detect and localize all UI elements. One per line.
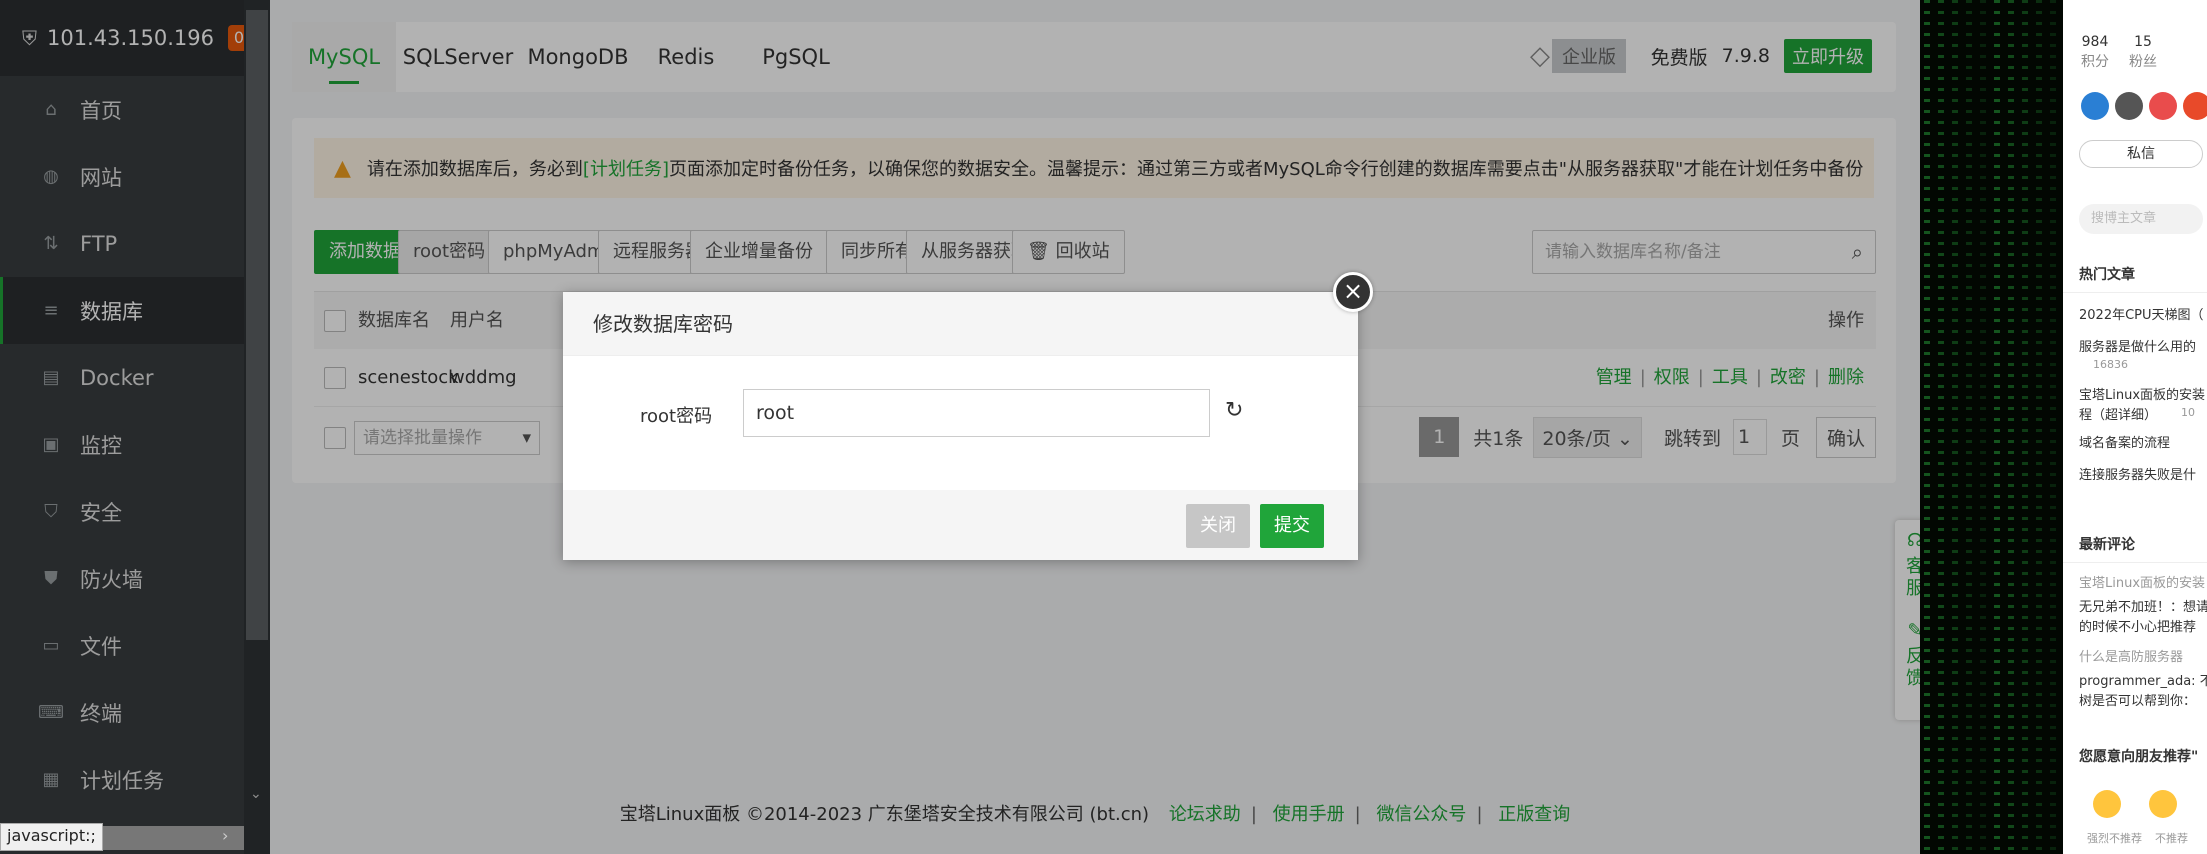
- strong-not-recommend-label: 强烈不推荐: [2087, 832, 2142, 845]
- close-button[interactable]: 关闭: [1186, 504, 1250, 548]
- matrix-column: [2050, 0, 2056, 854]
- badge-icon-3: [2149, 92, 2177, 120]
- matrix-column: [1980, 0, 1986, 854]
- badge-icon-4: [2183, 92, 2207, 120]
- dialog-body: root密码 root ↻: [563, 356, 1358, 490]
- refresh-icon[interactable]: ↻: [1225, 398, 1243, 423]
- message-button[interactable]: 私信: [2079, 140, 2203, 168]
- root-password-label: root密码: [640, 406, 713, 427]
- matrix-column: [1966, 0, 1972, 854]
- hot-article-3[interactable]: 宝塔Linux面板的安装: [2079, 384, 2205, 403]
- matrix-column: [2022, 0, 2028, 854]
- recommend-title: 您愿意向朋友推荐": [2079, 749, 2199, 765]
- comment-article-2[interactable]: 什么是高防服务器: [2079, 646, 2183, 665]
- dialog-title: 修改数据库密码: [563, 292, 1358, 356]
- not-recommend-label: 不推荐: [2155, 832, 2188, 845]
- blog-search-input[interactable]: 搜博主文章: [2079, 204, 2203, 234]
- comment-1-cont: 的时候不小心把推荐: [2079, 620, 2197, 635]
- close-icon[interactable]: ×: [1333, 272, 1373, 312]
- matrix-column: [1994, 0, 2000, 854]
- comment-2: programmer_ada: 不: [2079, 674, 2207, 689]
- hot-article-3-views: 10: [2181, 406, 2195, 419]
- hot-article-1[interactable]: 2022年CPU天梯图（: [2079, 304, 2204, 323]
- hot-article-5[interactable]: 连接服务器失败是什: [2079, 464, 2196, 483]
- matrix-column: [1924, 0, 1930, 854]
- scroll-right-icon[interactable]: ›: [222, 826, 228, 845]
- comment-2-cont: 树是否可以帮到你：: [2079, 694, 2197, 709]
- hot-article-4[interactable]: 域名备案的流程: [2079, 432, 2170, 451]
- latest-comments-title: 最新评论: [2079, 537, 2135, 553]
- submit-button[interactable]: 提交: [1260, 504, 1324, 548]
- angry-face-icon[interactable]: [2093, 790, 2121, 818]
- root-password-input[interactable]: root: [743, 389, 1210, 437]
- hot-article-2[interactable]: 服务器是做什么用的: [2079, 336, 2196, 355]
- stat-points: 984 积分: [2081, 32, 2109, 72]
- dialog-footer: 关闭 提交: [563, 490, 1358, 560]
- matrix-column: [1938, 0, 1944, 854]
- hot-articles-title: 热门文章: [2079, 267, 2135, 283]
- hot-article-3-cont[interactable]: 程（超详细）: [2079, 404, 2157, 423]
- blog-side-panel: 984 积分 15 粉丝 私信 搜博主文章 热门文章 2022年CPU天梯图（ 服务…: [2063, 0, 2207, 854]
- matrix-column: [1952, 0, 1958, 854]
- badge-icon-2: [2115, 92, 2143, 120]
- points-value: 984: [2081, 34, 2109, 50]
- comment-1: 无兄弟不加班！：想请: [2079, 600, 2207, 615]
- change-password-dialog: 修改数据库密码 × root密码 root ↻ 关闭 提交: [563, 272, 1373, 560]
- fans-label: 粉丝: [2129, 54, 2157, 70]
- stat-fans: 15 粉丝: [2129, 32, 2157, 72]
- fans-value: 15: [2134, 34, 2152, 50]
- comment-article-1[interactable]: 宝塔Linux面板的安装: [2079, 572, 2205, 591]
- points-label: 积分: [2081, 54, 2109, 70]
- matrix-column: [2036, 0, 2042, 854]
- matrix-column: [2008, 0, 2014, 854]
- hot-article-2-views: 16836: [2093, 358, 2128, 371]
- badge-icon-1: [2081, 92, 2109, 120]
- sad-face-icon[interactable]: [2149, 790, 2177, 818]
- browser-status-bar: javascript:;: [0, 823, 103, 851]
